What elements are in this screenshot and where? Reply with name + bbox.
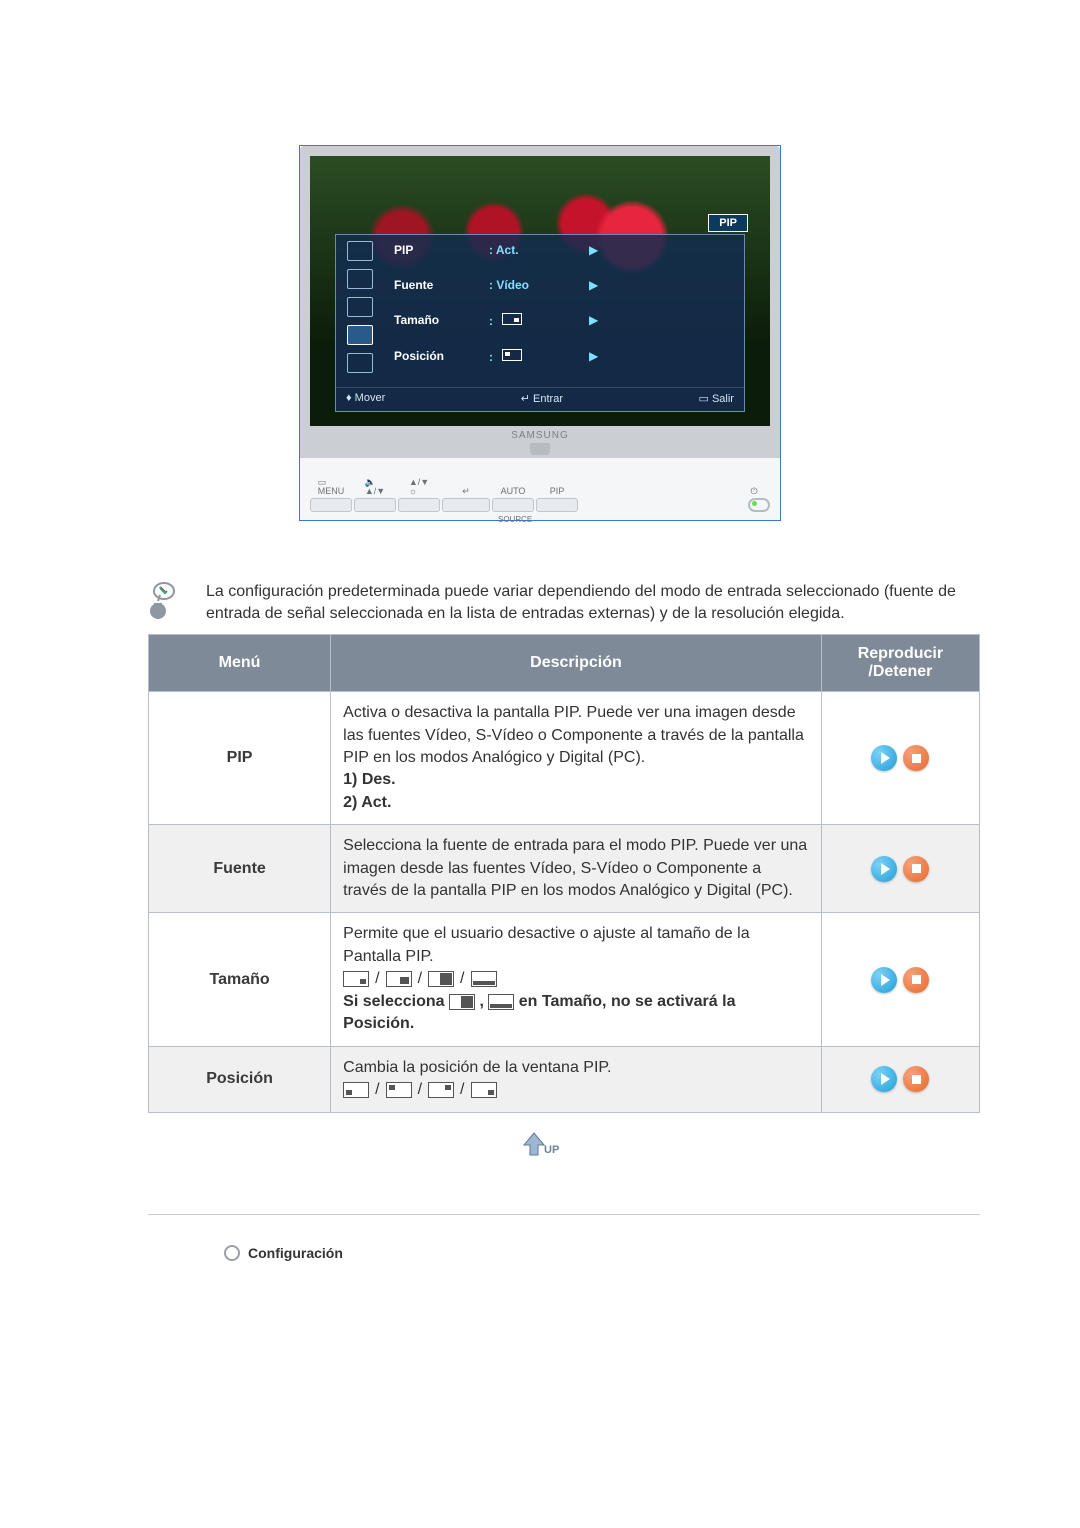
table-row: Posición Cambia la posición de la ventan… [149, 1046, 980, 1112]
osd-footer-salir: ▭ Salir [699, 392, 734, 405]
osd-row-posicion-value: : [489, 349, 589, 379]
osd-icon-picture [347, 241, 373, 261]
stop-icon[interactable] [903, 856, 929, 882]
bezel-pip-button[interactable] [536, 498, 578, 512]
row-tamano-menu: Tamaño [149, 913, 331, 1046]
th-desc: Descripción [331, 635, 822, 692]
stop-icon[interactable] [903, 745, 929, 771]
bezel-menu-label: ▭MENU [318, 476, 345, 496]
osd-row-fuente-value: : Vídeo [489, 278, 589, 307]
bezel-source-sublabel: SOURCE [498, 515, 532, 524]
bezel-power-label: ⏻ [750, 476, 757, 496]
row-fuente-menu: Fuente [149, 825, 331, 913]
osd-icon-bright [347, 297, 373, 317]
monitor-screenshot: PIP PIP : Act. ▶ [299, 145, 781, 521]
note-icon [140, 581, 176, 621]
section-title: Configuración [248, 1245, 343, 1261]
monitor-frame: PIP PIP : Act. ▶ [300, 146, 780, 457]
play-icon[interactable] [871, 856, 897, 882]
brand-label: SAMSUNG [310, 430, 770, 441]
osd-row-posicion-arrow: ▶ [589, 349, 609, 379]
divider [148, 1214, 980, 1215]
bullet-icon [224, 1245, 240, 1261]
osd-row-tamano-arrow: ▶ [589, 313, 609, 343]
bezel-enter-button[interactable] [442, 498, 490, 512]
monitor-screen: PIP PIP : Act. ▶ [310, 156, 770, 426]
svg-text:UP: UP [544, 1144, 559, 1156]
table-row: Tamaño Permite que el usuario desactive … [149, 913, 980, 1046]
osd-icon-color [347, 269, 373, 289]
osd-icon-pip [347, 325, 373, 345]
osd-row-fuente-arrow: ▶ [589, 278, 609, 307]
bezel-auto-label: AUTO [501, 476, 526, 496]
osd-row-posicion-label: Posición [394, 349, 489, 379]
osd-row-pip-value: : Act. [489, 243, 589, 272]
osd-row-tamano-label: Tamaño [394, 313, 489, 343]
pip-badge: PIP [708, 214, 748, 232]
row-tamano-desc: Permite que el usuario desactive o ajust… [331, 913, 822, 1046]
bezel-enter-label: ↵ [462, 476, 470, 496]
osd-footer-mover: ♦ Mover [346, 392, 385, 405]
row-pip-menu: PIP [149, 692, 331, 825]
table-row: Fuente Selecciona la fuente de entrada p… [149, 825, 980, 913]
stop-icon[interactable] [903, 967, 929, 993]
row-fuente-desc: Selecciona la fuente de entrada para el … [331, 825, 822, 913]
bezel-power-button[interactable] [748, 498, 770, 512]
bezel-vol-button[interactable] [354, 498, 396, 512]
row-pip-desc: Activa o desactiva la pantalla PIP. Pued… [331, 692, 822, 825]
note-text: La configuración predeterminada puede va… [206, 581, 970, 624]
osd-row-pip-label: PIP [394, 243, 489, 272]
osd-row-tamano-value: : [489, 313, 589, 343]
osd-footer-entrar: ↵ Entrar [521, 392, 563, 405]
osd-row-fuente-label: Fuente [394, 278, 489, 307]
position-pictograms: / / / [343, 1079, 496, 1101]
monitor-stand [530, 443, 550, 455]
row-posicion-menu: Posición [149, 1046, 331, 1112]
osd-panel: PIP : Act. ▶ Fuente : Vídeo ▶ Tamaño : ▶… [335, 234, 745, 412]
th-media: Reproducir /Detener [821, 635, 979, 692]
bezel-auto-button[interactable] [492, 498, 534, 512]
osd-side-icons [336, 235, 384, 387]
table-row: PIP Activa o desactiva la pantalla PIP. … [149, 692, 980, 825]
scroll-up-button[interactable]: UP [518, 1127, 562, 1164]
size-pictograms: / / / [343, 968, 496, 990]
pip-menu-table: Menú Descripción Reproducir /Detener PIP… [148, 634, 980, 1113]
play-icon[interactable] [871, 967, 897, 993]
stop-icon[interactable] [903, 1066, 929, 1092]
th-menu: Menú [149, 635, 331, 692]
osd-row-pip-arrow: ▶ [589, 243, 609, 272]
play-icon[interactable] [871, 1066, 897, 1092]
bezel-bright-label: ▲/▼☼ [409, 476, 429, 496]
section-header: Configuración [224, 1245, 1080, 1261]
bezel-bright-button[interactable] [398, 498, 440, 512]
play-icon[interactable] [871, 745, 897, 771]
bezel-pip-label: PIP [550, 476, 565, 496]
bezel-buttons: ▭MENU 🔈▲/▼ ▲/▼☼ ↵ SOURCE AUTO PIP [300, 457, 780, 520]
bezel-menu-button[interactable] [310, 498, 352, 512]
row-posicion-desc: Cambia la posición de la ventana PIP. / … [331, 1046, 822, 1112]
osd-icon-setup [347, 353, 373, 373]
bezel-vol-label: 🔈▲/▼ [365, 476, 385, 496]
